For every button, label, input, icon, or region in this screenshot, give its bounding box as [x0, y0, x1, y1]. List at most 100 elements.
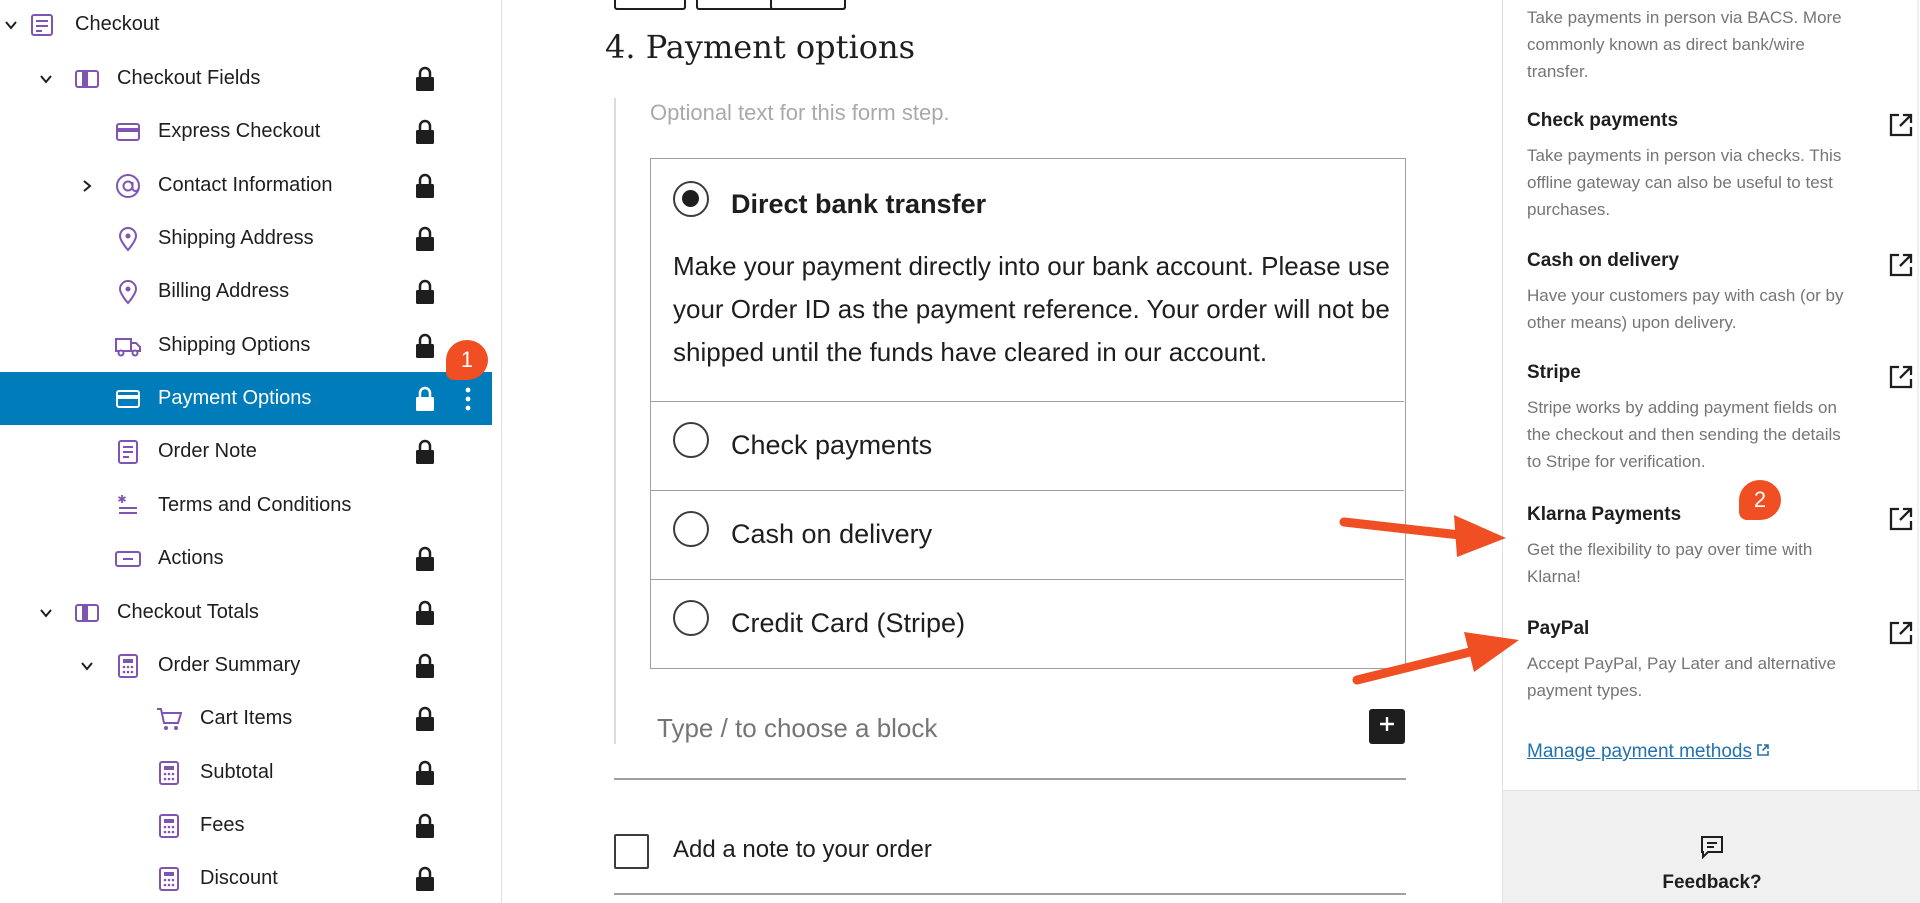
lock-icon[interactable] [412, 651, 438, 681]
lock-icon[interactable] [412, 437, 438, 467]
gateway-name: PayPal [1527, 618, 1590, 639]
previous-block-edge [614, 0, 686, 10]
cart-icon [155, 705, 183, 733]
list-item-label: Actions [158, 547, 224, 569]
external-link-icon [1756, 741, 1770, 763]
manage-payment-methods-link[interactable]: Manage payment methods [1527, 741, 1770, 763]
list-item-label: Order Note [158, 440, 257, 462]
lock-icon[interactable] [412, 384, 438, 414]
more-options-icon[interactable] [458, 384, 478, 414]
gateway-description: Accept PayPal, Pay Later and alternative… [1527, 654, 1837, 700]
list-item-billing-address[interactable]: Billing Address [0, 265, 492, 318]
list-item-express-checkout[interactable]: Express Checkout [0, 105, 492, 158]
list-item-discount[interactable]: Discount [0, 852, 492, 903]
external-link-icon[interactable] [1887, 619, 1915, 647]
step-description-placeholder[interactable]: Optional text for this form step. [650, 100, 950, 126]
divider [614, 778, 1406, 780]
calculator-icon [155, 812, 183, 840]
list-item-label: Billing Address [158, 280, 290, 302]
radio-button-selected[interactable] [673, 181, 709, 217]
calculator-icon [114, 652, 142, 680]
payment-method-label: Credit Card (Stripe) [731, 608, 966, 638]
list-view-panel: Checkout Checkout Fields Express Checkou… [0, 0, 502, 903]
list-item-subtotal[interactable]: Subtotal [0, 746, 492, 799]
chevron-down-icon[interactable] [78, 657, 96, 675]
list-item-label: Checkout [75, 13, 160, 35]
lock-icon[interactable] [412, 171, 438, 201]
list-item-checkout-totals[interactable]: Checkout Totals [0, 586, 492, 639]
lock-icon[interactable] [412, 864, 438, 894]
payment-method-option[interactable]: Direct bank transfer Make your payment d… [651, 159, 1404, 401]
document-icon [114, 438, 142, 466]
list-item-checkout[interactable]: Checkout [0, 0, 492, 51]
checkout-block-icon [28, 11, 56, 39]
lock-icon[interactable] [412, 331, 438, 361]
list-item-label: Contact Information [158, 174, 333, 196]
list-item-label: Shipping Address [158, 227, 314, 249]
list-item-label: Subtotal [200, 761, 274, 783]
step-divider [614, 98, 616, 744]
list-item-cart-items[interactable]: Cart Items [0, 692, 492, 745]
list-item-label: Express Checkout [158, 120, 321, 142]
external-link-icon[interactable] [1887, 363, 1915, 391]
list-item-label: Fees [200, 814, 245, 836]
chevron-down-icon[interactable] [37, 604, 55, 622]
list-item-fees[interactable]: Fees [0, 799, 492, 852]
list-item-order-note[interactable]: Order Note [0, 425, 492, 478]
map-pin-icon [114, 278, 142, 306]
list-item-label: Order Summary [158, 654, 301, 676]
annotation-badge-1: 1 [446, 340, 488, 380]
list-item-label: Shipping Options [158, 334, 311, 356]
order-note-checkbox[interactable] [614, 834, 649, 869]
list-item-label: Payment Options [158, 387, 312, 409]
calculator-icon [155, 759, 183, 787]
lock-icon[interactable] [412, 598, 438, 628]
gateway-description: Get the flexibility to pay over time wit… [1527, 540, 1813, 586]
list-item-checkout-fields[interactable]: Checkout Fields [0, 52, 492, 105]
chevron-down-icon[interactable] [37, 70, 55, 88]
block-inserter-placeholder[interactable]: Type / to choose a block [657, 713, 937, 744]
gateway-stripe: Stripe Stripe works by adding payment fi… [1527, 362, 1913, 475]
add-block-button[interactable] [1369, 709, 1405, 744]
radio-button[interactable] [673, 600, 709, 636]
external-link-icon[interactable] [1887, 251, 1915, 279]
radio-button[interactable] [673, 511, 709, 547]
payment-method-option[interactable]: Cash on delivery [651, 490, 1404, 579]
list-item-label: Cart Items [200, 707, 293, 729]
list-item-terms-and-conditions[interactable]: Terms and Conditions [0, 479, 492, 532]
divider [614, 893, 1406, 895]
lock-icon[interactable] [412, 224, 438, 254]
payment-method-option[interactable]: Check payments [651, 401, 1404, 490]
gateway-klarna-payments: Klarna Payments Get the flexibility to p… [1527, 504, 1913, 590]
list-item-label: Checkout Totals [117, 601, 259, 623]
external-link-icon[interactable] [1887, 111, 1915, 139]
list-item-payment-options[interactable]: Payment Options [0, 372, 492, 425]
list-item-order-summary[interactable]: Order Summary [0, 639, 492, 692]
feedback-icon [1698, 833, 1726, 861]
list-item-contact-information[interactable]: Contact Information [0, 159, 492, 212]
step-title[interactable]: 4. Payment options [605, 28, 915, 66]
payment-method-option[interactable]: Credit Card (Stripe) [651, 579, 1404, 668]
card-icon [114, 385, 142, 413]
lock-icon[interactable] [412, 117, 438, 147]
at-icon [114, 172, 142, 200]
lock-icon[interactable] [412, 277, 438, 307]
radio-button[interactable] [673, 422, 709, 458]
lock-icon[interactable] [412, 811, 438, 841]
gateway-cash-on-delivery: Cash on delivery Have your customers pay… [1527, 250, 1913, 336]
list-item-label: Terms and Conditions [158, 494, 352, 516]
chevron-down-icon[interactable] [2, 16, 20, 34]
list-item-label: Checkout Fields [117, 67, 261, 89]
external-link-icon[interactable] [1887, 505, 1915, 533]
lock-icon[interactable] [412, 544, 438, 574]
lock-icon[interactable] [412, 758, 438, 788]
list-item-actions[interactable]: Actions [0, 532, 492, 585]
list-item-shipping-options[interactable]: Shipping Options [0, 319, 492, 372]
previous-block-edge [770, 0, 846, 10]
card-icon [114, 118, 142, 146]
lock-icon[interactable] [412, 704, 438, 734]
lock-icon[interactable] [412, 64, 438, 94]
list-item-shipping-address[interactable]: Shipping Address [0, 212, 492, 265]
gateway-description: Take payments in person via BACS. More c… [1527, 8, 1842, 81]
chevron-right-icon[interactable] [78, 177, 96, 195]
